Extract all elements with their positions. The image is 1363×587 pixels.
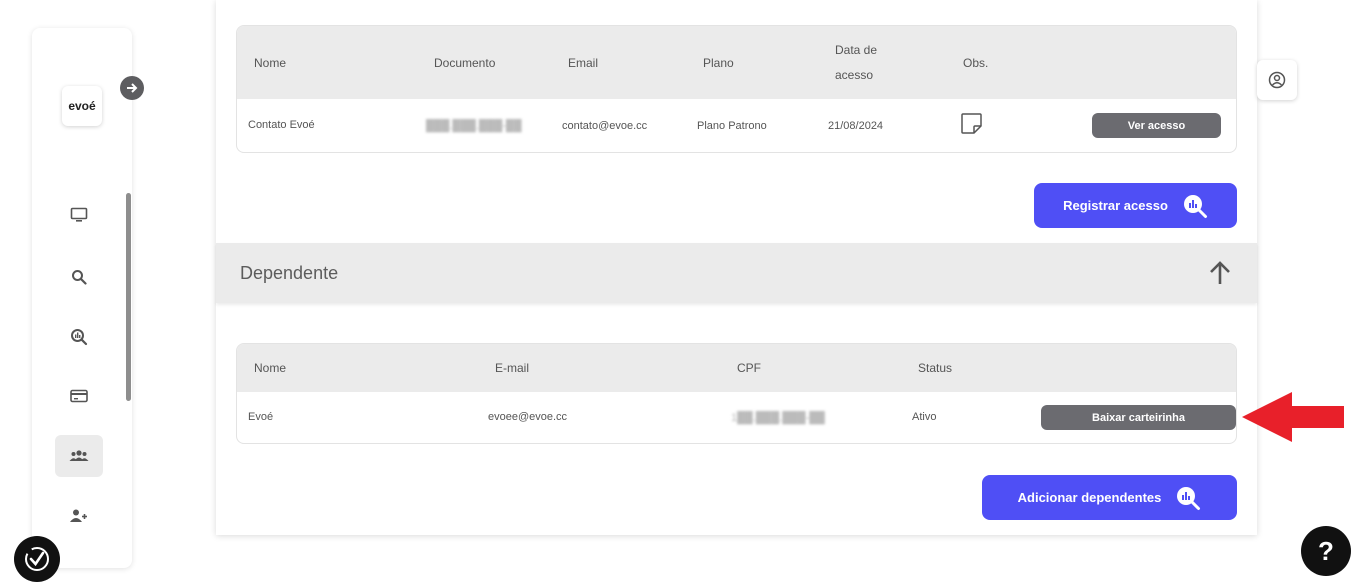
accessibility-button[interactable] <box>14 536 60 582</box>
search-chart-icon <box>1183 194 1207 218</box>
col-data-line2: acesso <box>835 68 874 82</box>
col-nome: Nome <box>254 361 287 375</box>
col-status: Status <box>918 361 953 375</box>
expand-sidebar-button[interactable] <box>120 76 144 100</box>
sidebar-item-group[interactable] <box>55 435 103 477</box>
cell-nome: Contato Evoé <box>248 119 315 131</box>
evoe-logo[interactable]: evoé <box>62 86 102 126</box>
table-header: Nome E-mail CPF Status <box>237 344 1236 392</box>
cell-nome: Evoé <box>248 411 274 423</box>
search-chart-icon <box>1177 486 1201 510</box>
col-email: Email <box>568 56 599 70</box>
add-user-icon <box>70 509 87 522</box>
sidebar: evoé <box>32 28 132 568</box>
monitor-icon <box>70 207 88 222</box>
registrar-acesso-label: Registrar acesso <box>1063 198 1168 213</box>
sidebar-scrollbar[interactable] <box>126 193 131 401</box>
adicionar-dependentes-label: Adicionar dependentes <box>1017 490 1162 505</box>
help-button[interactable]: ? <box>1301 526 1351 576</box>
cell-status: Ativo <box>912 411 937 423</box>
registrar-acesso-button[interactable]: Registrar acesso <box>1034 183 1237 228</box>
red-arrow-annotation <box>1242 392 1344 442</box>
section-title: Dependente <box>240 263 339 283</box>
table-header: Nome Documento Email Plano Data de acess… <box>237 26 1236 99</box>
cell-email: evoee@evoe.cc <box>488 411 568 423</box>
accessibility-check-icon <box>25 547 49 571</box>
col-plano: Plano <box>703 56 734 70</box>
col-obs: Obs. <box>963 56 989 70</box>
main-panel: Nome Documento Email Plano Data de acess… <box>216 0 1257 535</box>
group-icon <box>69 450 89 461</box>
cell-email: contato@evoe.cc <box>562 120 648 132</box>
cell-plano: Plano Patrono <box>697 120 767 132</box>
logo-text: evoé <box>68 99 96 113</box>
col-nome: Nome <box>254 56 287 70</box>
access-table: Nome Documento Email Plano Data de acess… <box>236 25 1237 153</box>
arrow-up-icon[interactable] <box>1207 259 1233 287</box>
arrow-right-circle-icon <box>127 83 138 93</box>
ver-acesso-button[interactable]: Ver acesso <box>1092 113 1221 138</box>
search-chart-icon <box>71 329 88 346</box>
sidebar-item-search[interactable] <box>55 256 103 298</box>
col-email: E-mail <box>495 361 530 375</box>
baixar-carteirinha-button[interactable]: Baixar carteirinha <box>1041 405 1236 430</box>
sidebar-item-monitor[interactable] <box>55 194 103 236</box>
user-circle-icon <box>1268 71 1286 89</box>
sidebar-item-reports[interactable] <box>55 316 103 358</box>
profile-button[interactable] <box>1257 60 1297 100</box>
dependents-table: Nome E-mail CPF Status Evoé evoee@evoe.c… <box>236 343 1237 444</box>
card-icon <box>70 389 88 403</box>
cell-cpf: 1██.███.███-██ <box>731 412 825 424</box>
note-icon[interactable] <box>960 112 983 135</box>
col-data-line1: Data de <box>835 43 878 57</box>
adicionar-dependentes-button[interactable]: Adicionar dependentes <box>982 475 1237 520</box>
search-icon <box>72 270 87 285</box>
col-documento: Documento <box>434 56 496 70</box>
sidebar-item-add-user[interactable] <box>55 495 103 537</box>
cell-data: 21/08/2024 <box>828 120 884 132</box>
col-cpf: CPF <box>737 361 761 375</box>
sidebar-item-card[interactable] <box>55 375 103 417</box>
cell-documento: ███.███.███-██ <box>426 120 522 132</box>
dependente-section-header[interactable]: Dependente <box>216 243 1257 303</box>
